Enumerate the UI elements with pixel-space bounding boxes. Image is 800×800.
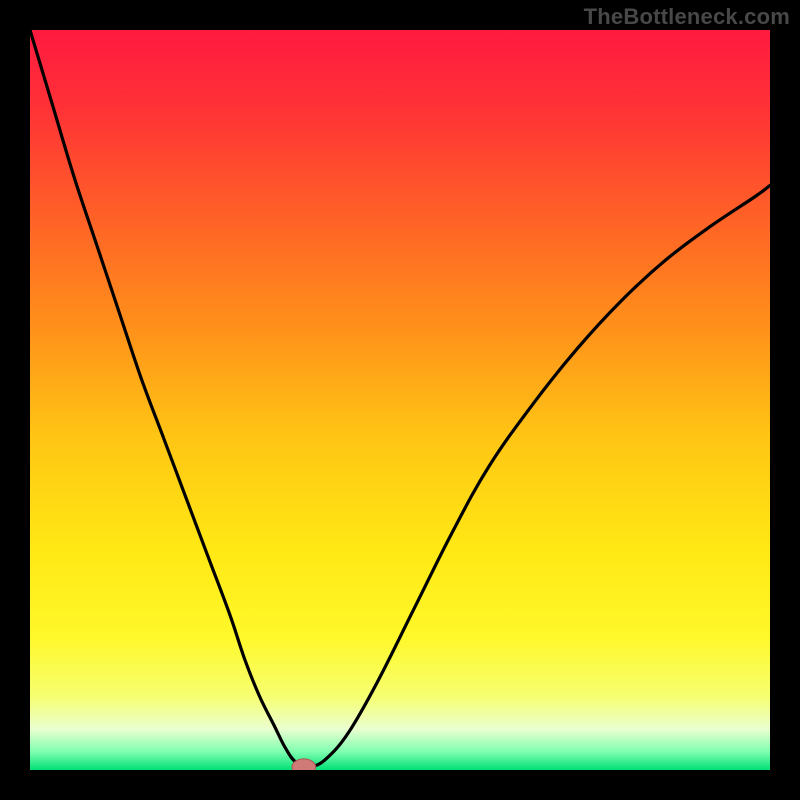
chart-svg xyxy=(30,30,770,770)
watermark-text: TheBottleneck.com xyxy=(584,4,790,30)
plot-area xyxy=(30,30,770,770)
gradient-background xyxy=(30,30,770,770)
chart-frame: TheBottleneck.com xyxy=(0,0,800,800)
